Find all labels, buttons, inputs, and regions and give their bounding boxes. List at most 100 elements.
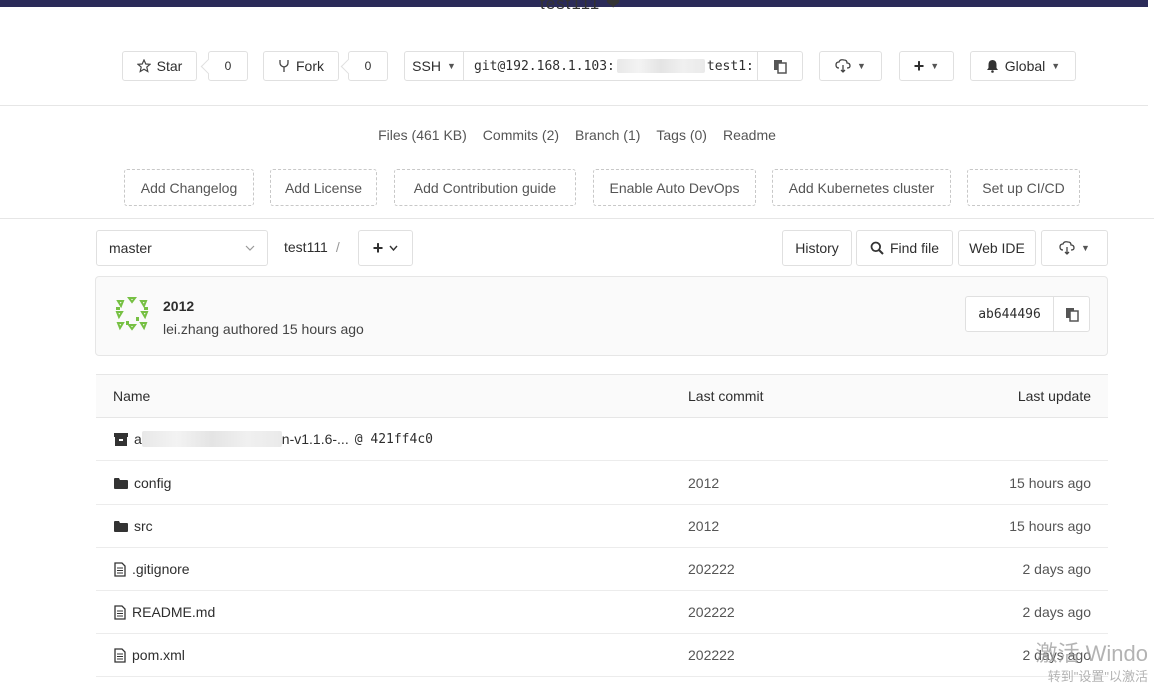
table-row[interactable]: pom.xml 202222 2 days ago [96, 634, 1108, 677]
setup-ci-cd-button[interactable]: Set up CI/CD [967, 169, 1080, 206]
fork-count-value: 0 [364, 59, 372, 73]
table-row[interactable]: a n-v1.1.6-... @ 421ff4c0 [96, 418, 1108, 461]
star-count-value: 0 [224, 59, 232, 73]
watermark-line1: 激活 Windo [1035, 641, 1148, 666]
row-commit-message[interactable]: 2012 [688, 518, 719, 534]
history-button[interactable]: History [782, 230, 852, 266]
author-avatar-identicon [114, 295, 150, 333]
notification-dropdown[interactable]: Global ▼ [970, 51, 1076, 81]
redacted-blur [616, 59, 705, 73]
enable-auto-devops-button[interactable]: Enable Auto DevOps [593, 169, 756, 206]
file-name[interactable]: config [134, 475, 171, 491]
enable-auto-devops-label: Enable Auto DevOps [609, 179, 740, 196]
new-item-dropdown[interactable]: + ▼ [899, 51, 954, 81]
caret-down-icon: ▼ [857, 61, 866, 71]
add-changelog-label: Add Changelog [140, 179, 238, 196]
add-kubernetes-label: Add Kubernetes cluster [788, 179, 935, 196]
copy-url-button[interactable] [757, 51, 803, 81]
fork-button[interactable]: Fork [263, 51, 339, 81]
notification-label: Global [1004, 58, 1046, 74]
add-license-button[interactable]: Add License [270, 169, 377, 206]
add-changelog-button[interactable]: Add Changelog [124, 169, 254, 206]
windows-activation-watermark: 激活 Windo 转到"设置"以激活 [1036, 636, 1148, 685]
add-contribution-label: Add Contribution guide [413, 179, 557, 196]
file-name[interactable]: src [134, 518, 153, 534]
file-icon [114, 561, 126, 577]
submodule-name-suffix: n-v1.1.6-... [281, 431, 349, 447]
star-count[interactable]: 0 [208, 51, 248, 81]
search-icon [870, 241, 884, 255]
commit-title[interactable]: 2012 [163, 298, 194, 314]
divider [0, 105, 1148, 106]
last-commit-panel: 2012 lei.zhang authored 15 hours ago ab6… [95, 276, 1108, 356]
star-button[interactable]: Star [122, 51, 197, 81]
history-label: History [795, 240, 839, 256]
readme-link[interactable]: Readme [723, 127, 776, 143]
commit-meta: lei.zhang authored 15 hours ago [163, 321, 364, 337]
chevron-down-icon [389, 245, 398, 251]
row-last-update: 2 days ago [1022, 604, 1092, 620]
add-kubernetes-cluster-button[interactable]: Add Kubernetes cluster [772, 169, 951, 206]
submodule-name-prefix: a [134, 431, 142, 447]
clipboard-icon [773, 59, 787, 74]
find-file-button[interactable]: Find file [856, 230, 953, 266]
table-row[interactable]: src 2012 15 hours ago [96, 505, 1108, 548]
column-last-update: Last update [1017, 388, 1091, 404]
web-ide-button[interactable]: Web IDE [958, 230, 1036, 266]
fork-count[interactable]: 0 [348, 51, 388, 81]
plus-icon: + [913, 56, 925, 76]
table-row[interactable]: README.md 202222 2 days ago [96, 591, 1108, 634]
web-ide-label: Web IDE [969, 240, 1025, 256]
chevron-down-icon [245, 245, 255, 251]
redacted-blur [141, 431, 282, 447]
row-last-update: 15 hours ago [1009, 475, 1091, 491]
branch-select[interactable]: master [96, 230, 268, 266]
setup-ci-cd-label: Set up CI/CD [982, 179, 1065, 196]
download-icon [835, 59, 851, 73]
commit-sha[interactable]: ab644496 [965, 296, 1054, 332]
file-icon [114, 604, 126, 620]
column-last-commit: Last commit [688, 388, 764, 404]
add-license-label: Add License [284, 179, 363, 196]
column-name: Name [113, 388, 151, 404]
row-commit-message[interactable]: 202222 [688, 604, 735, 620]
row-last-update: 15 hours ago [1009, 518, 1091, 534]
file-name[interactable]: .gitignore [132, 561, 190, 577]
row-commit-message[interactable]: 202222 [688, 561, 735, 577]
branch-name: master [109, 240, 152, 256]
file-table-header: Name Last commit Last update [96, 374, 1108, 418]
bell-icon [986, 59, 999, 73]
commits-link[interactable]: Commits (2) [483, 127, 559, 143]
submodule-ref[interactable]: @ 421ff4c0 [355, 432, 433, 447]
clone-url-input[interactable]: git@192.168.1.103: test1: [463, 51, 758, 81]
table-row[interactable]: .gitignore 202222 2 days ago [96, 548, 1108, 591]
clone-protocol-dropdown[interactable]: SSH ▼ [404, 51, 464, 81]
branch-link[interactable]: Branch (1) [575, 127, 640, 143]
clone-protocol-label: SSH [412, 58, 441, 74]
fork-icon [278, 59, 290, 73]
caret-down-icon: ▼ [446, 61, 456, 71]
row-last-update: 2 days ago [1022, 561, 1092, 577]
row-commit-message[interactable]: 2012 [688, 475, 719, 491]
files-link[interactable]: Files (461 KB) [378, 127, 467, 143]
file-name[interactable]: README.md [132, 604, 215, 620]
clipboard-icon [1065, 307, 1079, 322]
watermark-line2: 转到"设置"以激活 [1047, 669, 1148, 684]
project-stats-nav: Files (461 KB) Commits (2) Branch (1) Ta… [0, 127, 1154, 143]
folder-icon [114, 520, 128, 532]
tags-link[interactable]: Tags (0) [656, 127, 707, 143]
add-contribution-guide-button[interactable]: Add Contribution guide [394, 169, 576, 206]
file-name[interactable]: pom.xml [132, 647, 185, 663]
breadcrumb-root[interactable]: test111 [284, 239, 328, 255]
row-commit-message[interactable]: 202222 [688, 647, 735, 663]
caret-down-icon: ▼ [930, 61, 940, 71]
copy-sha-button[interactable] [1053, 296, 1090, 332]
download-source-dropdown[interactable]: ▼ [1041, 230, 1108, 266]
star-label: Star [156, 58, 183, 74]
add-to-tree-dropdown[interactable]: + [358, 230, 413, 266]
plus-icon: + [372, 238, 384, 258]
project-title: test111 ❤ [540, 0, 622, 13]
caret-down-icon: ▼ [1081, 243, 1090, 253]
download-dropdown[interactable]: ▼ [819, 51, 882, 81]
table-row[interactable]: config 2012 15 hours ago [96, 462, 1108, 505]
